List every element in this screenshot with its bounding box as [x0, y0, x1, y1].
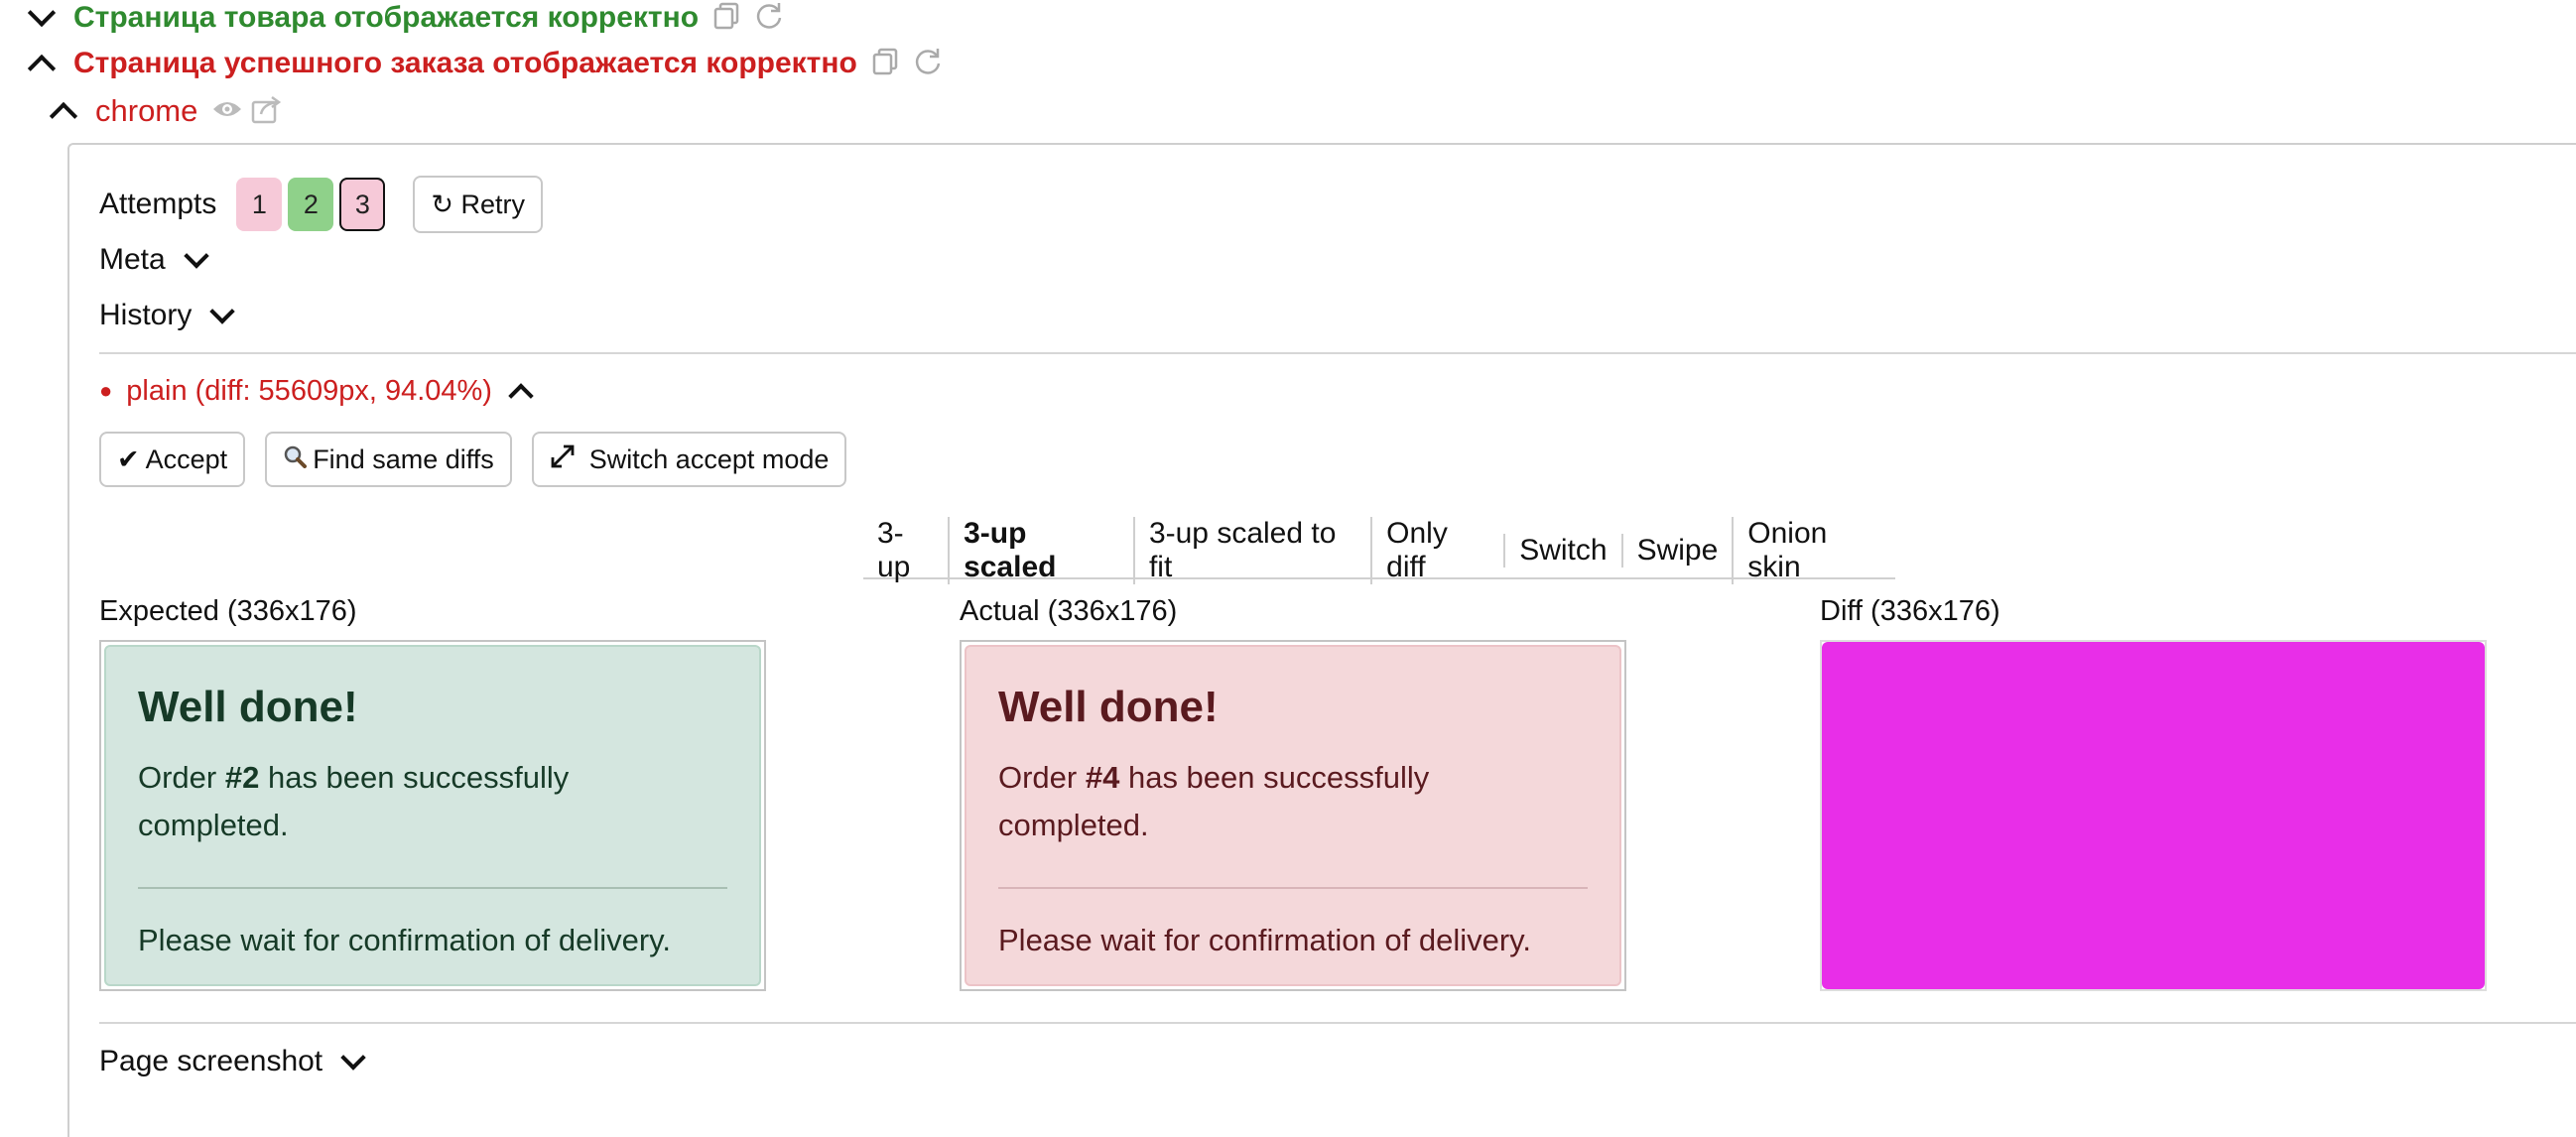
success-alert: Well done! Order #4 has been successfull… — [965, 645, 1621, 986]
tab-3-up[interactable]: 3-up — [863, 517, 948, 584]
order-number: #2 — [224, 760, 260, 795]
diff-caption: Diff (336x176) — [1820, 595, 2000, 627]
alert-footer: Please wait for confirmation of delivery… — [138, 923, 671, 957]
alert-divider — [138, 887, 727, 889]
history-toggle[interactable]: History — [99, 296, 236, 335]
divider — [99, 352, 2576, 354]
tab-3-up-scaled[interactable]: 3-up scaled — [948, 517, 1133, 584]
state-controls: ✔ Accept Find same diffs Switch accept m… — [99, 431, 847, 488]
accept-button[interactable]: ✔ Accept — [99, 432, 246, 487]
page-screenshot-label: Page screenshot — [99, 1045, 323, 1077]
tree-item-product-page[interactable]: Страница товара отображается корректно — [27, 0, 784, 36]
retry-button[interactable]: ↻ Retry — [413, 176, 544, 233]
chevron-down-icon[interactable] — [27, 0, 57, 28]
eye-icon[interactable] — [211, 97, 243, 126]
chevron-down-icon — [183, 243, 209, 269]
chevron-up-icon — [508, 383, 534, 409]
find-same-diffs-button[interactable]: Find same diffs — [265, 432, 512, 487]
actual-caption: Actual (336x176) — [960, 595, 1178, 627]
alert-footer: Please wait for confirmation of delivery… — [998, 923, 1531, 957]
tree-item-browser[interactable]: chrome — [49, 91, 283, 131]
expected-image[interactable]: Well done! Order #2 has been successfull… — [99, 640, 766, 991]
tab-only-diff[interactable]: Only diff — [1370, 517, 1503, 584]
alert-order-line: Order #2 has been successfully — [138, 760, 570, 795]
alert-completed-line: completed. — [138, 808, 289, 842]
attempts-row: Attempts 1 2 3 ↻ Retry — [99, 175, 544, 234]
alert-heading: Well done! — [998, 683, 1219, 731]
diff-image[interactable] — [1820, 640, 2487, 991]
status-dot-icon: ● — [99, 378, 113, 403]
switch-accept-mode-button[interactable]: Switch accept mode — [531, 432, 847, 487]
attempt-tab-2[interactable]: 2 — [288, 178, 334, 231]
find-same-diffs-label: Find same diffs — [313, 443, 494, 474]
browser-name: chrome — [95, 93, 198, 128]
tree-item-order-page[interactable]: Страница успешного заказа отображается к… — [27, 44, 943, 83]
chevron-down-icon — [340, 1045, 366, 1071]
success-alert: Well done! Order #2 has been successfull… — [104, 645, 761, 986]
alert-order-line: Order #4 has been successfully — [998, 760, 1430, 795]
alert-heading: Well done! — [138, 683, 358, 731]
divider — [99, 1022, 2576, 1024]
chevron-down-icon — [209, 299, 236, 324]
test-title: Страница успешного заказа отображается к… — [73, 47, 857, 79]
expected-caption: Expected (336x176) — [99, 595, 357, 627]
order-number: #4 — [1085, 760, 1120, 795]
switch-accept-mode-label: Switch accept mode — [588, 443, 830, 474]
tab-onion-skin[interactable]: Onion skin — [1732, 517, 1895, 584]
page-screenshot-toggle[interactable]: Page screenshot — [99, 1042, 366, 1081]
view-mode-tabs: 3-up 3-up scaled 3-up scaled to fit Only… — [863, 517, 1895, 584]
test-title: Страница товара отображается корректно — [73, 1, 700, 34]
magnifier-icon — [283, 444, 308, 475]
alert-divider — [998, 887, 1588, 889]
chevron-up-icon[interactable] — [49, 101, 78, 131]
diff-overlay — [1822, 642, 2485, 989]
rerun-icon[interactable] — [754, 1, 784, 36]
rerun-icon[interactable] — [913, 47, 943, 81]
meta-toggle[interactable]: Meta — [99, 240, 209, 280]
tab-3-up-scaled-to-fit[interactable]: 3-up scaled to fit — [1132, 517, 1370, 584]
meta-label: Meta — [99, 243, 166, 276]
history-label: History — [99, 299, 193, 331]
attempts-label: Attempts — [99, 188, 217, 220]
tab-swipe[interactable]: Swipe — [1620, 534, 1733, 568]
expand-icon — [550, 443, 576, 476]
attempt-tab-1[interactable]: 1 — [236, 178, 283, 231]
alert-completed-line: completed. — [998, 808, 1149, 842]
state-title: plain (diff: 55609px, 94.04%) — [126, 374, 492, 407]
tab-switch[interactable]: Switch — [1503, 534, 1620, 568]
share-icon[interactable] — [251, 94, 283, 129]
chevron-up-icon[interactable] — [27, 54, 57, 83]
actual-image[interactable]: Well done! Order #4 has been successfull… — [960, 640, 1626, 991]
attempt-tab-3[interactable]: 3 — [339, 178, 386, 231]
state-header[interactable]: ● plain (diff: 55609px, 94.04%) — [99, 371, 534, 411]
copy-icon[interactable] — [871, 48, 899, 80]
copy-icon[interactable] — [712, 2, 740, 35]
